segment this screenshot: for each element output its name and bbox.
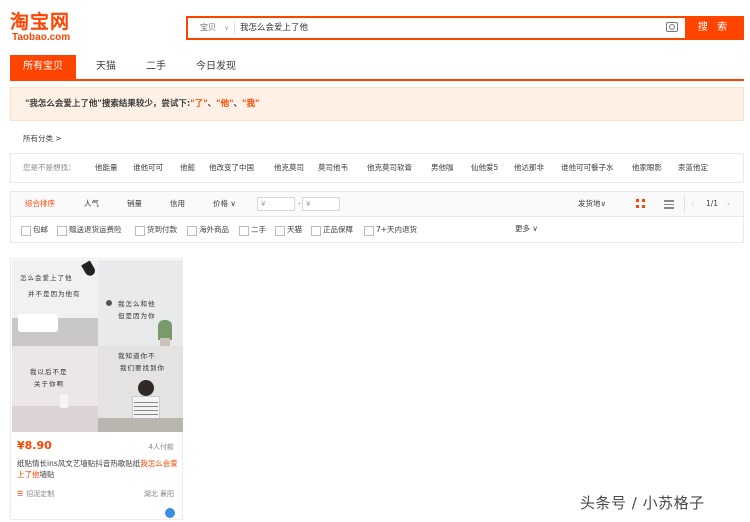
chat-icon[interactable] xyxy=(165,508,175,518)
taobao-logo[interactable]: 淘宝网 Taobao.com xyxy=(10,12,90,46)
filter-overseas[interactable]: 海外商品 xyxy=(187,224,229,236)
filter-bar: 包邮 赠送退货运费险 货到付款 海外商品 二手 天猫 正品保障 7+天内退货 更… xyxy=(10,217,744,243)
related-item[interactable]: 汞蓝他定 xyxy=(678,154,708,182)
ship-from-label: 发货地 xyxy=(578,199,601,208)
chevron-down-icon: ∨ xyxy=(224,24,230,32)
next-page-icon[interactable]: › xyxy=(727,192,730,216)
search-divider xyxy=(234,22,235,34)
prev-page-icon[interactable]: ‹ xyxy=(691,192,694,216)
ship-from-select[interactable]: 发货地∨ xyxy=(578,192,606,216)
shop-link[interactable]: ☰ 招泥定制 xyxy=(17,489,54,499)
notice-separator: 、 xyxy=(233,99,243,109)
related-item[interactable]: 莫司他韦 xyxy=(318,154,348,182)
image-panel: 我怎么和他 但是因为你 xyxy=(98,260,183,346)
related-item[interactable]: 他家眼影 xyxy=(632,154,662,182)
price-max-input[interactable]: ¥ xyxy=(302,197,340,211)
camera-icon[interactable] xyxy=(666,22,678,32)
sort-default[interactable]: 综合排序 xyxy=(25,192,55,216)
price-range-dash: - xyxy=(298,200,301,208)
chevron-down-icon: ∨ xyxy=(228,199,236,208)
sort-price-label: 价格 xyxy=(213,199,228,208)
related-item[interactable]: 他能量 xyxy=(95,154,118,182)
grid-view-icon[interactable] xyxy=(636,199,646,209)
image-handwriting: 我以后不是 xyxy=(30,368,68,376)
image-handwriting: 并不是因为他有 xyxy=(28,290,81,298)
suggestion-link[interactable]: "了" xyxy=(190,99,207,109)
logo-text-en: Taobao.com xyxy=(12,32,71,43)
pager-divider xyxy=(684,195,685,213)
filter-free-shipping[interactable]: 包邮 xyxy=(21,224,48,236)
image-handwriting: 我们要找到你 xyxy=(120,364,165,372)
related-item[interactable]: 谁他可可 xyxy=(133,154,163,182)
product-title-tail: 墙贴 xyxy=(39,470,55,479)
image-handwriting: 我知道你不 xyxy=(118,352,156,360)
shop-name: 招泥定制 xyxy=(26,490,55,498)
tab-discover[interactable]: 今日发现 xyxy=(186,55,246,79)
more-filters-button[interactable]: 更多 ∨ xyxy=(515,217,538,241)
search-box: 宝贝 ∨ 我怎么会爱上了他 搜 索 xyxy=(186,16,744,40)
product-card[interactable]: 怎么会爱上了他 并不是因为他有 我怎么和他 但是因为你 我以后不是 关于你啊 我… xyxy=(10,258,183,520)
chevron-down-icon: ∨ xyxy=(530,224,538,233)
tab-secondhand[interactable]: 二手 xyxy=(134,55,178,79)
few-results-notice: "我怎么会爱上了他"搜索结果较少，尝试下:"了"、"他"、"我" xyxy=(10,87,744,121)
suggestion-link[interactable]: "他" xyxy=(216,99,233,109)
chevron-down-icon: ∨ xyxy=(600,199,607,208)
search-scope-select[interactable]: 宝贝 ∨ xyxy=(188,18,234,38)
result-tabs: 所有宝贝 天猫 二手 今日发现 xyxy=(10,55,744,81)
tab-all-items[interactable]: 所有宝贝 xyxy=(10,55,76,79)
related-item[interactable]: 他改变了中国 xyxy=(209,154,254,182)
sort-bar: 综合排序 人气 销量 信用 价格 ∨ ¥ - ¥ 发货地∨ ‹ 1/1 › xyxy=(10,191,744,217)
product-title-text: 纸贴情长ins风文艺墙贴抖音热歌贴纸 xyxy=(17,459,141,468)
image-panel: 我知道你不 我们要找到你 xyxy=(98,346,183,432)
tab-tmall[interactable]: 天猫 xyxy=(84,55,128,79)
more-label: 更多 xyxy=(515,224,530,233)
watermark: 头条号 / 小苏格子 xyxy=(580,494,705,512)
related-item[interactable]: 谁他可可餐子水 xyxy=(561,154,614,182)
product-sales: 4人付款 xyxy=(148,443,174,451)
image-handwriting: 我怎么和他 xyxy=(118,300,156,308)
filter-7day-return[interactable]: 7+天内退货 xyxy=(364,224,417,236)
notice-separator: 、 xyxy=(207,99,217,109)
filter-tmall[interactable]: 天猫 xyxy=(275,224,302,236)
filter-secondhand[interactable]: 二手 xyxy=(239,224,266,236)
sort-sales[interactable]: 销量 xyxy=(127,192,142,216)
related-searches: 您是不是想找： 他能量 谁他可可 他懿 他改变了中国 他克莫司 莫司他韦 他克莫… xyxy=(10,153,744,183)
sort-popularity[interactable]: 人气 xyxy=(84,192,99,216)
image-panel: 怎么会爱上了他 并不是因为他有 xyxy=(12,260,98,346)
product-title[interactable]: 纸贴情长ins风文艺墙贴抖音热歌贴纸我怎么会爱上了他墙贴 xyxy=(17,458,179,480)
sort-credit[interactable]: 信用 xyxy=(170,192,185,216)
sort-price[interactable]: 价格 ∨ xyxy=(213,192,236,216)
all-categories-link[interactable]: 所有分类 > xyxy=(23,133,62,144)
filter-return-insurance[interactable]: 赠送退货运费险 xyxy=(57,224,122,236)
notice-text: "我怎么会爱上了他"搜索结果较少，尝试下: xyxy=(25,99,191,109)
product-location: 湖北 襄阳 xyxy=(143,490,174,498)
product-image[interactable]: 怎么会爱上了他 并不是因为他有 我怎么和他 但是因为你 我以后不是 关于你啊 我… xyxy=(12,260,183,432)
suggestion-link[interactable]: "我" xyxy=(242,99,259,109)
related-item[interactable]: 他克莫司软膏 xyxy=(367,154,412,182)
image-handwriting: 但是因为你 xyxy=(118,312,156,320)
search-button[interactable]: 搜 索 xyxy=(685,16,743,40)
related-item[interactable]: 他达那非 xyxy=(514,154,544,182)
related-item[interactable]: 男他咖 xyxy=(431,154,454,182)
search-input[interactable]: 我怎么会爱上了他 xyxy=(240,18,308,38)
logo-text-cn: 淘宝网 xyxy=(10,11,71,33)
related-item[interactable]: 仙他爱5 xyxy=(471,154,498,182)
search-scope-label: 宝贝 xyxy=(200,23,216,32)
filter-authentic[interactable]: 正品保障 xyxy=(311,224,353,236)
list-view-icon[interactable] xyxy=(664,199,674,209)
filter-cod[interactable]: 货到付款 xyxy=(135,224,177,236)
related-item[interactable]: 他克莫司 xyxy=(274,154,304,182)
product-price: ¥8.90 xyxy=(17,439,52,452)
image-panel: 我以后不是 关于你啊 xyxy=(12,346,98,432)
related-item[interactable]: 他懿 xyxy=(180,154,195,182)
price-min-input[interactable]: ¥ xyxy=(257,197,295,211)
image-handwriting: 关于你啊 xyxy=(34,380,64,388)
shop-icon: ☰ xyxy=(17,490,24,498)
related-label: 您是不是想找： xyxy=(23,163,76,172)
page-indicator: 1/1 xyxy=(706,199,719,208)
image-handwriting: 怎么会爱上了他 xyxy=(20,274,73,282)
